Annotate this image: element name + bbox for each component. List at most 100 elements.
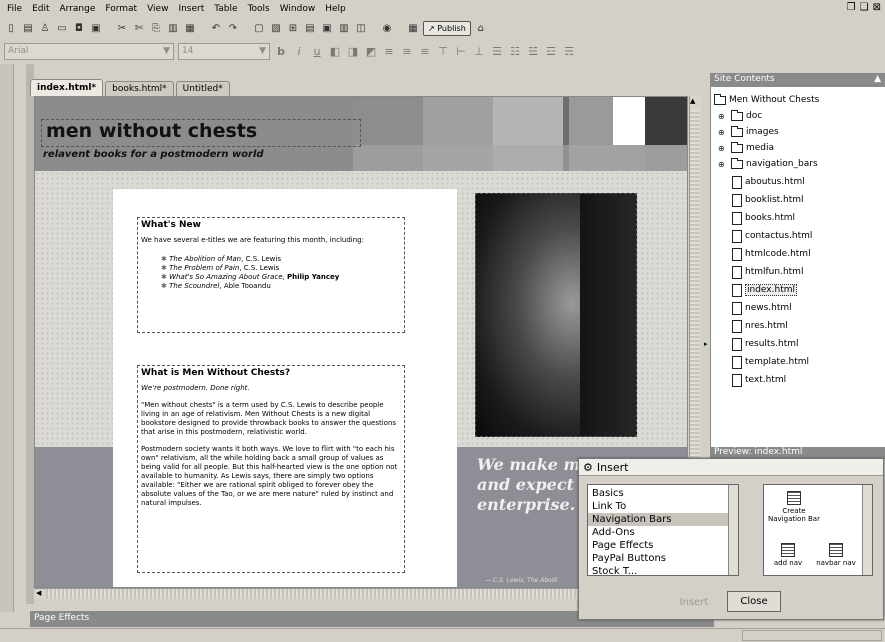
insert-dialog-titlebar[interactable]: ⚙ Insert	[579, 459, 883, 476]
indent-icon[interactable]: ☲	[544, 45, 558, 58]
tree-file[interactable]: news.html	[732, 300, 792, 316]
menu-view[interactable]: View	[142, 4, 173, 14]
tree-file[interactable]: contactus.html	[732, 228, 812, 244]
close-button[interactable]: Close	[727, 591, 781, 612]
menu-help[interactable]: Help	[320, 4, 351, 14]
publish-button[interactable]: ↗ Publish	[423, 21, 471, 36]
menu-tools[interactable]: Tools	[243, 4, 275, 14]
category-stock[interactable]: Stock T...	[592, 565, 728, 575]
redo-icon[interactable]: ↷	[226, 22, 240, 36]
outdent-icon[interactable]: ☱	[526, 45, 540, 58]
add-nav-item[interactable]: add nav	[762, 543, 814, 567]
site-subtitle[interactable]: relavent books for a postmodern world	[43, 149, 264, 160]
menu-arrange[interactable]: Arrange	[55, 4, 101, 14]
insert-layer-icon[interactable]: ▣	[320, 22, 334, 36]
restore-icon[interactable]: ❐	[847, 2, 856, 13]
tree-file[interactable]: htmlfun.html	[732, 264, 803, 280]
tab-index[interactable]: index.html*	[30, 79, 104, 96]
preview-icon[interactable]: ▦	[406, 22, 420, 36]
face-photo[interactable]	[475, 193, 637, 437]
tree-file[interactable]: aboutus.html	[732, 174, 805, 190]
align-center-icon[interactable]: ≡	[400, 45, 414, 58]
tree-folder-images[interactable]: ⊕ images	[718, 124, 779, 140]
insert-item-grid[interactable]: Create Navigation Bar add nav navbar nav	[763, 484, 873, 576]
site-contents-header[interactable]: Site Contents ▲	[710, 73, 885, 87]
style-icon[interactable]: ◩	[364, 45, 378, 58]
tree-file[interactable]: template.html	[732, 354, 809, 370]
tab-untitled[interactable]: Untitled*	[175, 81, 230, 96]
numbered-list-icon[interactable]: ☷	[508, 45, 522, 58]
tree-folder-media[interactable]: ⊕ media	[718, 140, 774, 156]
insert-form-icon[interactable]: ▤	[303, 22, 317, 36]
bold-button[interactable]: b	[274, 45, 288, 58]
insert-text-icon[interactable]: ▢	[252, 22, 266, 36]
cut-icon[interactable]: ✂	[115, 22, 129, 36]
insert-category-list[interactable]: Basics Link To Navigation Bars Add-Ons P…	[587, 484, 739, 576]
expand-icon[interactable]: ⊕	[718, 160, 728, 169]
menu-edit[interactable]: Edit	[27, 4, 54, 14]
align-right-icon[interactable]: ≡	[418, 45, 432, 58]
close-icon[interactable]: ⊠	[873, 2, 881, 13]
detach-icon[interactable]: ❏	[860, 2, 869, 13]
menu-insert[interactable]: Insert	[173, 4, 209, 14]
text-color-icon[interactable]: ◧	[328, 45, 342, 58]
category-page-effects[interactable]: Page Effects	[592, 539, 728, 552]
menu-window[interactable]: Window	[275, 4, 321, 14]
expand-icon[interactable]: ⊕	[718, 128, 728, 137]
category-add-ons[interactable]: Add-Ons	[592, 526, 728, 539]
tree-file[interactable]: books.html	[732, 210, 795, 226]
align-bottom-icon[interactable]: ⊥	[472, 45, 486, 58]
new-site-icon[interactable]: ▤	[21, 22, 35, 36]
about-box[interactable]: What is Men Without Chests? We're postmo…	[137, 365, 405, 573]
insert-object-icon[interactable]: ◫	[354, 22, 368, 36]
tree-file[interactable]: text.html	[732, 372, 786, 388]
category-paypal-buttons[interactable]: PayPal Buttons	[592, 552, 728, 565]
scissors-icon[interactable]: ✄	[132, 22, 146, 36]
new-page-icon[interactable]: ▯	[4, 22, 18, 36]
tree-root[interactable]: Men Without Chests	[714, 92, 819, 108]
print-icon[interactable]: ▣	[89, 22, 103, 36]
tree-file-selected[interactable]: index.html	[732, 282, 797, 298]
highlight-icon[interactable]: ◨	[346, 45, 360, 58]
expand-icon[interactable]: ⊕	[718, 144, 728, 153]
copy-icon[interactable]: ⎘	[149, 22, 163, 36]
expand-icon[interactable]: ⊕	[718, 112, 728, 121]
font-family-select[interactable]: Arial ▼	[4, 42, 174, 60]
home-icon[interactable]: ⌂	[474, 22, 488, 36]
item-grid-scrollbar[interactable]	[862, 485, 872, 575]
category-basics[interactable]: Basics	[592, 487, 728, 500]
tree-file[interactable]: results.html	[732, 336, 799, 352]
open-icon[interactable]: ▭	[55, 22, 69, 36]
paste-icon[interactable]: ▥	[166, 22, 180, 36]
delete-icon[interactable]: ▦	[183, 22, 197, 36]
menu-file[interactable]: File	[2, 4, 27, 14]
align-middle-icon[interactable]: ⊢	[454, 45, 468, 58]
insert-frame-icon[interactable]: ▥	[337, 22, 351, 36]
site-title[interactable]: men without chests	[41, 119, 361, 147]
globe-icon[interactable]: ◉	[380, 22, 394, 36]
insert-table-icon[interactable]: ⊞	[286, 22, 300, 36]
tree-file[interactable]: htmlcode.html	[732, 246, 811, 262]
underline-button[interactable]: u	[310, 45, 324, 58]
category-list-scrollbar[interactable]	[728, 485, 738, 575]
menu-table[interactable]: Table	[209, 4, 242, 14]
site-map-icon[interactable]: ♙	[38, 22, 52, 36]
tree-folder-navigation-bars[interactable]: ⊕ navigation_bars	[718, 156, 818, 172]
align-top-icon[interactable]: ⊤	[436, 45, 450, 58]
undo-icon[interactable]: ↶	[209, 22, 223, 36]
tree-file[interactable]: booklist.html	[732, 192, 804, 208]
font-size-select[interactable]: 14 ▼	[178, 42, 270, 60]
category-navigation-bars[interactable]: Navigation Bars	[588, 513, 728, 526]
insert-image-icon[interactable]: ▧	[269, 22, 283, 36]
tree-file[interactable]: nres.html	[732, 318, 788, 334]
scroll-left-icon[interactable]: ◀	[36, 589, 41, 597]
collapse-icon[interactable]: ▲	[874, 74, 881, 86]
italic-button[interactable]: i	[292, 45, 306, 58]
list-style-icon[interactable]: ☴	[562, 45, 576, 58]
bullet-list-icon[interactable]: ☰	[490, 45, 504, 58]
create-navigation-bar-item[interactable]: Create Navigation Bar	[768, 491, 820, 523]
tab-books[interactable]: books.html*	[105, 81, 174, 96]
insert-button[interactable]: Insert	[669, 592, 719, 612]
tree-folder-doc[interactable]: ⊕ doc	[718, 108, 762, 124]
save-icon[interactable]: ◘	[72, 22, 86, 36]
